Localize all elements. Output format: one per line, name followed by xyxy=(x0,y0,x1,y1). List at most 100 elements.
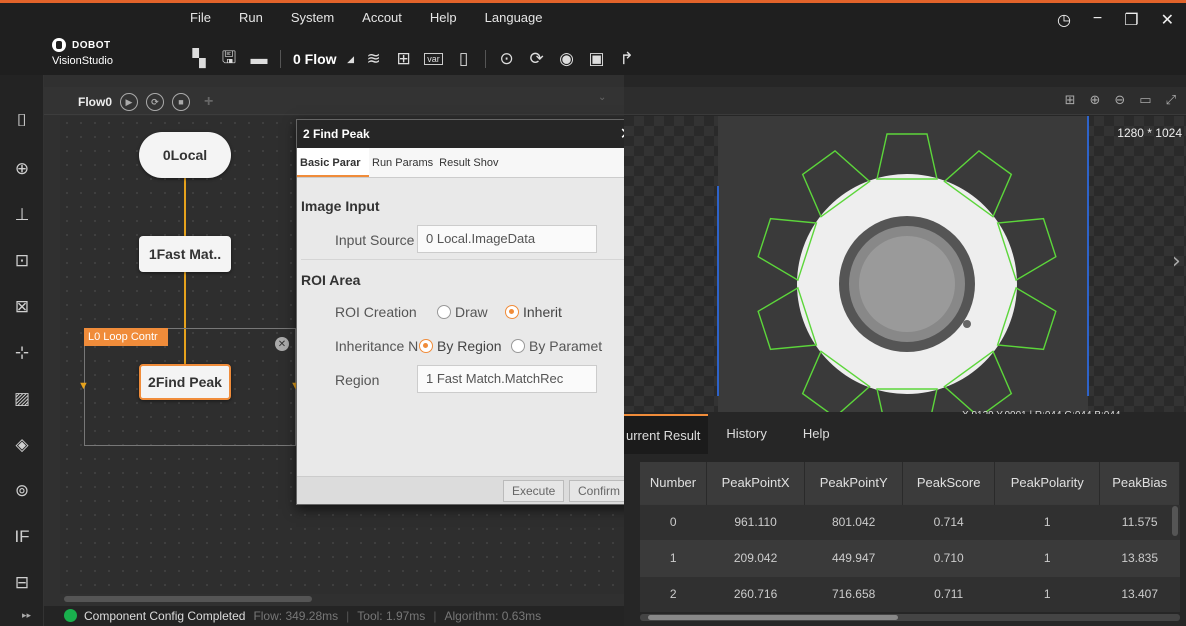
variable-icon[interactable]: var xyxy=(419,47,449,71)
table-cell: 209.042 xyxy=(706,539,805,576)
result-tabs: urrent Result History Help xyxy=(624,414,1186,454)
menu-run[interactable]: Run xyxy=(239,10,263,32)
roi-draw-radio[interactable]: Draw xyxy=(437,304,488,320)
menu-system[interactable]: System xyxy=(291,10,334,32)
dropdown-icon[interactable]: ◢ xyxy=(343,47,359,71)
clock-icon[interactable]: ◷ xyxy=(1057,10,1071,30)
run-once-icon[interactable]: ⊙ xyxy=(492,47,522,71)
flow-tab[interactable]: Flow0 ▶ ⟳ ■ + xyxy=(78,93,213,111)
device-icon[interactable]: ▯ xyxy=(449,47,479,71)
svg-text:›: › xyxy=(1172,249,1181,274)
region-value: 1 Fast Match.MatchRec xyxy=(426,371,564,386)
defect-icon[interactable]: ⊚ xyxy=(8,477,36,505)
locate-icon[interactable]: ⊕ xyxy=(8,155,36,183)
table-cell: 13.407 xyxy=(1099,575,1180,612)
table-cell: 449.947 xyxy=(804,539,903,576)
table-hscroll-thumb[interactable] xyxy=(648,615,898,620)
col-number[interactable]: Number xyxy=(640,462,708,504)
radio-selected-icon xyxy=(505,305,519,319)
confirm-button[interactable]: Confirm xyxy=(569,480,630,502)
by-region-label: By Region xyxy=(437,338,502,354)
flow-run-icon[interactable]: ▶ xyxy=(120,93,139,111)
col-peak-polarity[interactable]: PeakPolarity xyxy=(994,462,1101,504)
window-controls: ◷ − ❐ ✕ xyxy=(1057,10,1174,30)
flow-dropdown-icon[interactable]: ⌄ xyxy=(598,92,606,103)
input-source-select[interactable]: 0 Local.ImageData xyxy=(417,225,597,253)
expand-icon[interactable]: ▸▸ xyxy=(22,610,31,621)
flow-tab-label: Flow0 xyxy=(78,95,113,109)
app-logo: DOBOT VisionStudio xyxy=(52,38,132,67)
node-find-peak[interactable]: 2Find Peak xyxy=(139,364,231,400)
tab-current-result[interactable]: urrent Result xyxy=(624,414,709,454)
image-process-icon[interactable]: ▨ xyxy=(8,385,36,413)
menu-help[interactable]: Help xyxy=(430,10,457,32)
node-local[interactable]: 0Local xyxy=(139,132,231,178)
new-solution-icon[interactable]: ▚ xyxy=(184,47,214,71)
tab-history[interactable]: History xyxy=(708,414,784,454)
table-row[interactable]: 1 209.042 449.947 0.710 1 13.835 xyxy=(640,539,1180,576)
communication-icon[interactable]: ⊟ xyxy=(8,569,36,597)
image-viewer[interactable]: › xyxy=(624,116,1186,412)
loop-close-icon[interactable]: ✕ xyxy=(275,337,289,351)
recognition-icon[interactable]: ⊡ xyxy=(8,247,36,275)
fit-icon[interactable]: ⊞ xyxy=(1065,92,1076,108)
form-icon[interactable]: ▣ xyxy=(582,47,612,71)
robot-arm-icon[interactable]: ↱ xyxy=(612,47,642,71)
tab-basic-params[interactable]: Basic Parar xyxy=(297,148,369,177)
flow-scrollbar[interactable] xyxy=(64,596,312,602)
menu-account[interactable]: Accout xyxy=(362,10,402,32)
tab-run-params[interactable]: Run Params xyxy=(369,148,436,177)
stop-icon[interactable]: ◉ xyxy=(552,47,582,71)
col-peak-score[interactable]: PeakScore xyxy=(902,462,996,504)
alignment-icon[interactable]: ⊹ xyxy=(8,339,36,367)
hierarchy-icon[interactable]: ⊞ xyxy=(389,47,419,71)
close-icon[interactable]: ✕ xyxy=(1161,10,1174,30)
tab-help[interactable]: Help xyxy=(785,414,848,454)
measure-icon[interactable]: ⊥ xyxy=(8,201,36,229)
restore-icon[interactable]: ❐ xyxy=(1124,10,1138,30)
flow-time: Flow: 349.28ms xyxy=(253,609,339,623)
menu-file[interactable]: File xyxy=(190,10,211,32)
layers-icon[interactable]: ≋ xyxy=(359,47,389,71)
flow-loop-icon[interactable]: ⟳ xyxy=(146,93,165,111)
by-region-radio[interactable]: By Region xyxy=(419,338,502,354)
menu-language[interactable]: Language xyxy=(485,10,543,32)
table-row[interactable]: 0 961.110 801.042 0.714 1 11.575 xyxy=(640,503,1180,540)
logic-if-icon[interactable]: IF xyxy=(8,523,36,551)
main-toolbar: ▚ 🖫 ▬ 0 Flow ◢ ≋ ⊞ var ▯ ⊙ ⟳ ◉ ▣ ↱ xyxy=(184,44,642,74)
add-flow-icon[interactable]: + xyxy=(204,93,213,111)
status-message: Component Config Completed xyxy=(84,609,246,623)
camera-icon[interactable]: ⌷ xyxy=(8,107,36,135)
product-name: VisionStudio xyxy=(52,55,113,67)
zoom-in-icon[interactable]: ⊕ xyxy=(1089,92,1100,108)
flow-selector[interactable]: 0 Flow xyxy=(287,51,343,67)
region-select[interactable]: 1 Fast Match.MatchRec xyxy=(417,365,597,393)
col-peak-bias[interactable]: PeakBias xyxy=(1099,462,1180,504)
execute-button[interactable]: Execute xyxy=(503,480,565,502)
find-peak-dialog: 2 Find Peak ✕ Basic Parar Run Params Res… xyxy=(296,119,642,505)
region-label: Region xyxy=(335,372,380,388)
open-folder-icon[interactable]: ▬ xyxy=(244,47,274,71)
col-peak-y[interactable]: PeakPointY xyxy=(804,462,904,504)
node-fast-match[interactable]: 1Fast Mat.. xyxy=(139,236,231,272)
save-icon[interactable]: 🖫 xyxy=(214,47,244,71)
color-icon[interactable]: ◈ xyxy=(8,431,36,459)
menu-bar: File Run System Accout Help Language xyxy=(190,10,571,32)
actual-size-icon[interactable]: ▭ xyxy=(1139,92,1151,108)
minimize-icon[interactable]: − xyxy=(1093,10,1102,30)
by-param-radio[interactable]: By Paramet xyxy=(511,338,629,354)
fullscreen-icon[interactable]: ⤢ xyxy=(1166,92,1176,108)
calibration-icon[interactable]: ⊠ xyxy=(8,293,36,321)
tab-result-show[interactable]: Result Shov xyxy=(436,148,501,177)
col-peak-x[interactable]: PeakPointX xyxy=(706,462,806,504)
table-cell: 1 xyxy=(994,575,1100,612)
flow-stop-icon[interactable]: ■ xyxy=(172,93,191,111)
table-row[interactable]: 2 260.716 716.658 0.711 1 13.407 xyxy=(640,575,1180,612)
run-loop-icon[interactable]: ⟳ xyxy=(522,47,552,71)
input-source-label: Input Source xyxy=(335,232,415,248)
algorithm-time: Algorithm: 0.63ms xyxy=(444,609,542,623)
table-cell: 2 xyxy=(640,575,707,612)
zoom-out-icon[interactable]: ⊖ xyxy=(1114,92,1125,108)
table-vscroll[interactable] xyxy=(1172,506,1178,536)
roi-inherit-radio[interactable]: Inherit xyxy=(505,304,562,320)
